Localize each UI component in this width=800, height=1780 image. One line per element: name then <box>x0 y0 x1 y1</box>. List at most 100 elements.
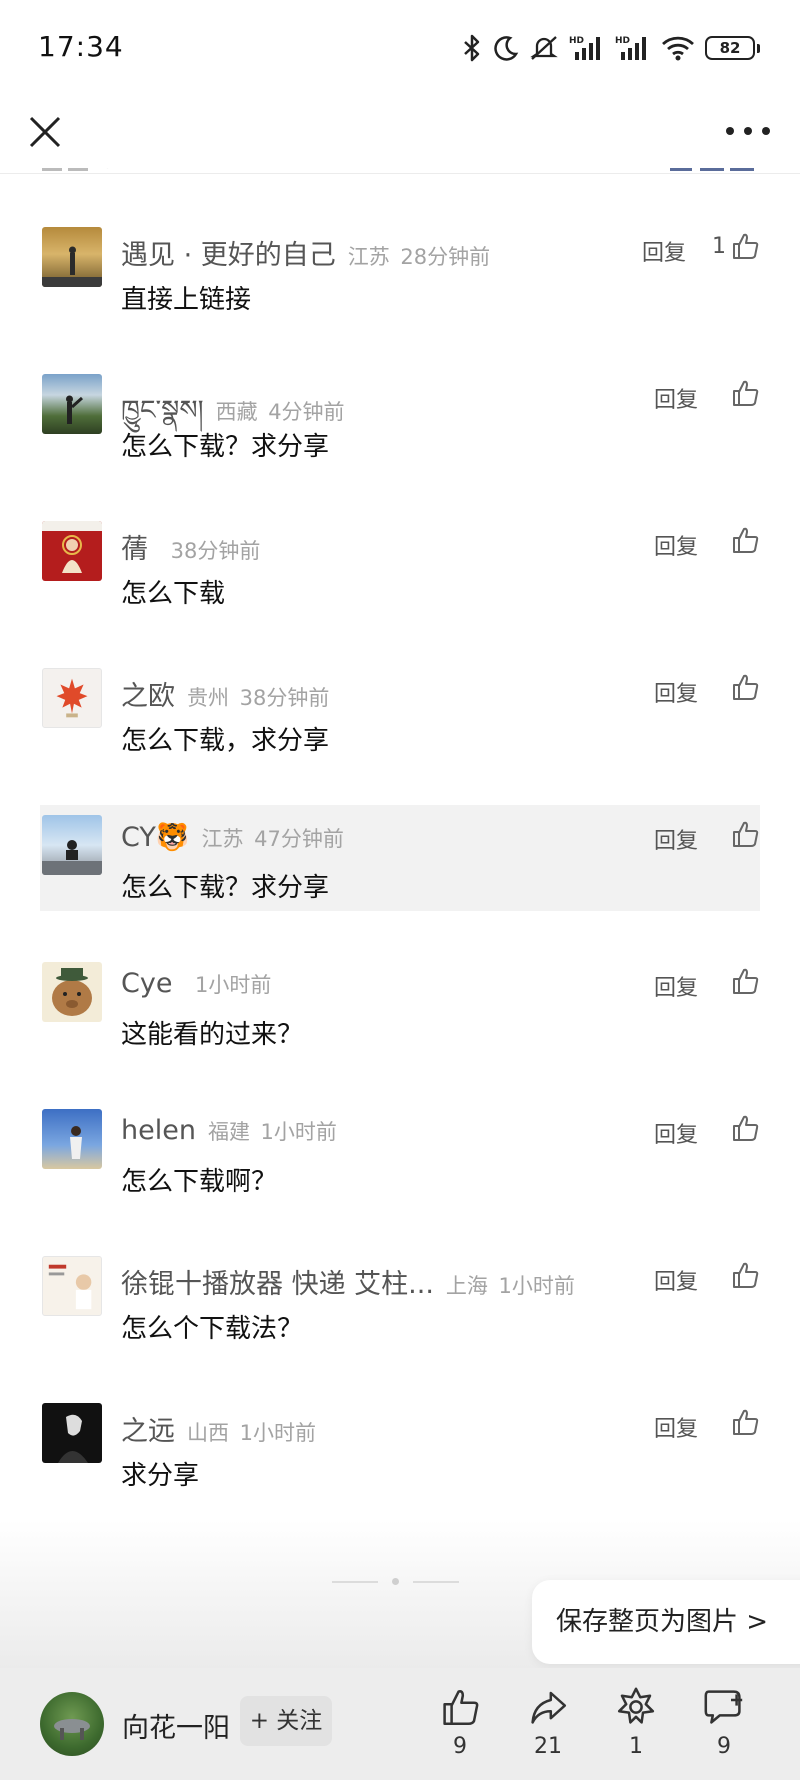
battery-level: 82 <box>705 36 755 60</box>
comment-time: 38分钟前 <box>239 686 330 710</box>
like-post-count: 9 <box>453 1734 467 1759</box>
reply-button[interactable]: 回复 <box>654 970 698 1002</box>
avatar[interactable] <box>42 374 102 434</box>
comment-time: 38分钟前 <box>170 539 261 563</box>
like-button[interactable] <box>730 376 760 410</box>
comment-author[interactable]: Cye 1小时前 <box>121 968 271 999</box>
comment-text: 怎么下载？求分享 <box>121 432 330 462</box>
more-dot-icon <box>762 127 770 135</box>
reply-button[interactable]: 回复 <box>642 235 686 267</box>
avatar[interactable] <box>42 1109 102 1169</box>
comment-author[interactable]: CY🐯 江苏 47分钟前 <box>121 821 344 853</box>
avatar[interactable] <box>42 668 102 728</box>
comment-item: Cye 1小时前 这能看的过来？ 回复 <box>40 962 760 1067</box>
comment-add-icon <box>704 1690 743 1724</box>
avatar[interactable] <box>42 1403 102 1463</box>
like-count: 1 <box>712 233 726 259</box>
comment-location: 江苏 <box>201 827 244 851</box>
like-button[interactable] <box>730 1111 760 1145</box>
comment-author[interactable]: 之远 山西 1小时前 <box>121 1409 316 1448</box>
system-icons: HD HD 82 <box>461 28 760 68</box>
comment-count: 9 <box>717 1734 731 1759</box>
reply-button[interactable]: 回复 <box>654 823 698 855</box>
comment-location: 西藏 <box>215 400 258 424</box>
avatar[interactable] <box>42 227 102 287</box>
reply-button[interactable]: 回复 <box>654 382 698 414</box>
comment-item: 之远 山西 1小时前 求分享 回复 <box>40 1403 760 1508</box>
comment-item: CY🐯 江苏 47分钟前 怎么下载？求分享 回复 <box>40 805 760 911</box>
share-button[interactable]: 21 <box>518 1686 578 1759</box>
more-options-button[interactable] <box>726 121 770 141</box>
hd-signal-icon: HD <box>569 36 600 60</box>
thumbs-up-icon <box>733 1115 759 1141</box>
avatar[interactable] <box>42 521 102 581</box>
comment-location: 上海 <box>445 1274 488 1298</box>
like-button[interactable] <box>730 523 760 557</box>
comment-author[interactable]: 蒨 38分钟前 <box>121 527 260 566</box>
comment-text: 求分享 <box>121 1461 200 1491</box>
like-button[interactable]: 1 <box>712 229 760 263</box>
author-name[interactable]: 向花一阳 <box>122 1706 230 1745</box>
bluetooth-icon <box>464 34 480 62</box>
avatar[interactable] <box>42 962 102 1022</box>
comment-text: 怎么下载 <box>121 579 226 609</box>
moon-icon <box>494 36 519 61</box>
comment-button[interactable]: 9 <box>694 1686 754 1759</box>
more-dot-icon <box>726 127 734 135</box>
thumbs-up-icon <box>733 233 759 259</box>
comment-text: 直接上链接 <box>121 285 252 315</box>
comment-author[interactable]: 遇见 · 更好的自己 江苏 28分钟前 <box>121 233 490 272</box>
thumbs-up-icon <box>733 968 759 994</box>
like-button[interactable] <box>730 670 760 704</box>
reply-button[interactable]: 回复 <box>654 676 698 708</box>
comment-item: 徐锟十播放器 快递 艾柱... 上海 1小时前 怎么个下载法？ 回复 <box>40 1256 760 1361</box>
reply-button[interactable]: 回复 <box>654 529 698 561</box>
thumbs-up-icon <box>443 1690 479 1726</box>
comment-time: 1小时前 <box>498 1274 575 1298</box>
comment-item: 之欧 贵州 38分钟前 怎么下载，求分享 回复 <box>40 668 760 773</box>
share-count: 21 <box>534 1734 562 1759</box>
comment-time: 28分钟前 <box>400 245 491 269</box>
like-button[interactable] <box>730 1405 760 1439</box>
reply-button[interactable]: 回复 <box>654 1117 698 1149</box>
recommend-count: 1 <box>629 1734 643 1759</box>
comment-location: 江苏 <box>347 245 390 269</box>
author-avatar[interactable] <box>40 1692 104 1756</box>
comment-text: 这能看的过来？ <box>121 1020 304 1050</box>
thumbs-up-icon <box>733 527 759 553</box>
comment-time: 47分钟前 <box>254 827 344 851</box>
save-page-as-image-button[interactable]: 保存整页为图片 > <box>532 1580 800 1664</box>
like-button[interactable] <box>730 817 760 851</box>
close-button[interactable] <box>22 109 68 155</box>
avatar[interactable] <box>42 815 102 875</box>
hexagon-star-icon <box>617 1687 655 1724</box>
page-indicator <box>332 1578 459 1585</box>
status-time: 17:34 <box>38 30 124 63</box>
recommend-button[interactable]: 1 <box>606 1686 666 1759</box>
close-icon <box>29 116 61 148</box>
svg-text:HD: HD <box>569 36 584 46</box>
comment-time: 1小时前 <box>195 973 272 997</box>
follow-button[interactable]: + 关注 <box>240 1696 332 1746</box>
comment-text: 怎么个下载法？ <box>121 1314 304 1344</box>
thumbs-up-icon <box>733 1409 759 1435</box>
reply-button[interactable]: 回复 <box>654 1411 698 1443</box>
reply-button[interactable]: 回复 <box>654 1264 698 1296</box>
comment-time: 1小时前 <box>260 1120 337 1144</box>
avatar[interactable] <box>42 1256 102 1316</box>
battery-icon: 82 <box>705 36 760 60</box>
comment-item: helen 福建 1小时前 怎么下载啊？ 回复 <box>40 1109 760 1214</box>
like-post-button[interactable]: 9 <box>430 1686 490 1759</box>
thumbs-up-icon <box>733 821 759 847</box>
comment-author[interactable]: helen 福建 1小时前 <box>121 1115 337 1146</box>
comment-location: 贵州 <box>187 686 229 710</box>
thumbs-up-icon <box>733 674 759 700</box>
clipped-text-right <box>670 168 754 171</box>
comment-author[interactable]: 之欧 贵州 38分钟前 <box>121 674 329 713</box>
comment-time: 4分钟前 <box>268 400 345 424</box>
comment-item: 遇见 · 更好的自己 江苏 28分钟前 直接上链接 回复 1 <box>40 227 760 332</box>
like-button[interactable] <box>730 1258 760 1292</box>
comment-author[interactable]: 徐锟十播放器 快递 艾柱... 上海 1小时前 <box>121 1262 575 1301</box>
comment-item: 蒨 38分钟前 怎么下载 回复 <box>40 521 760 626</box>
like-button[interactable] <box>730 964 760 998</box>
